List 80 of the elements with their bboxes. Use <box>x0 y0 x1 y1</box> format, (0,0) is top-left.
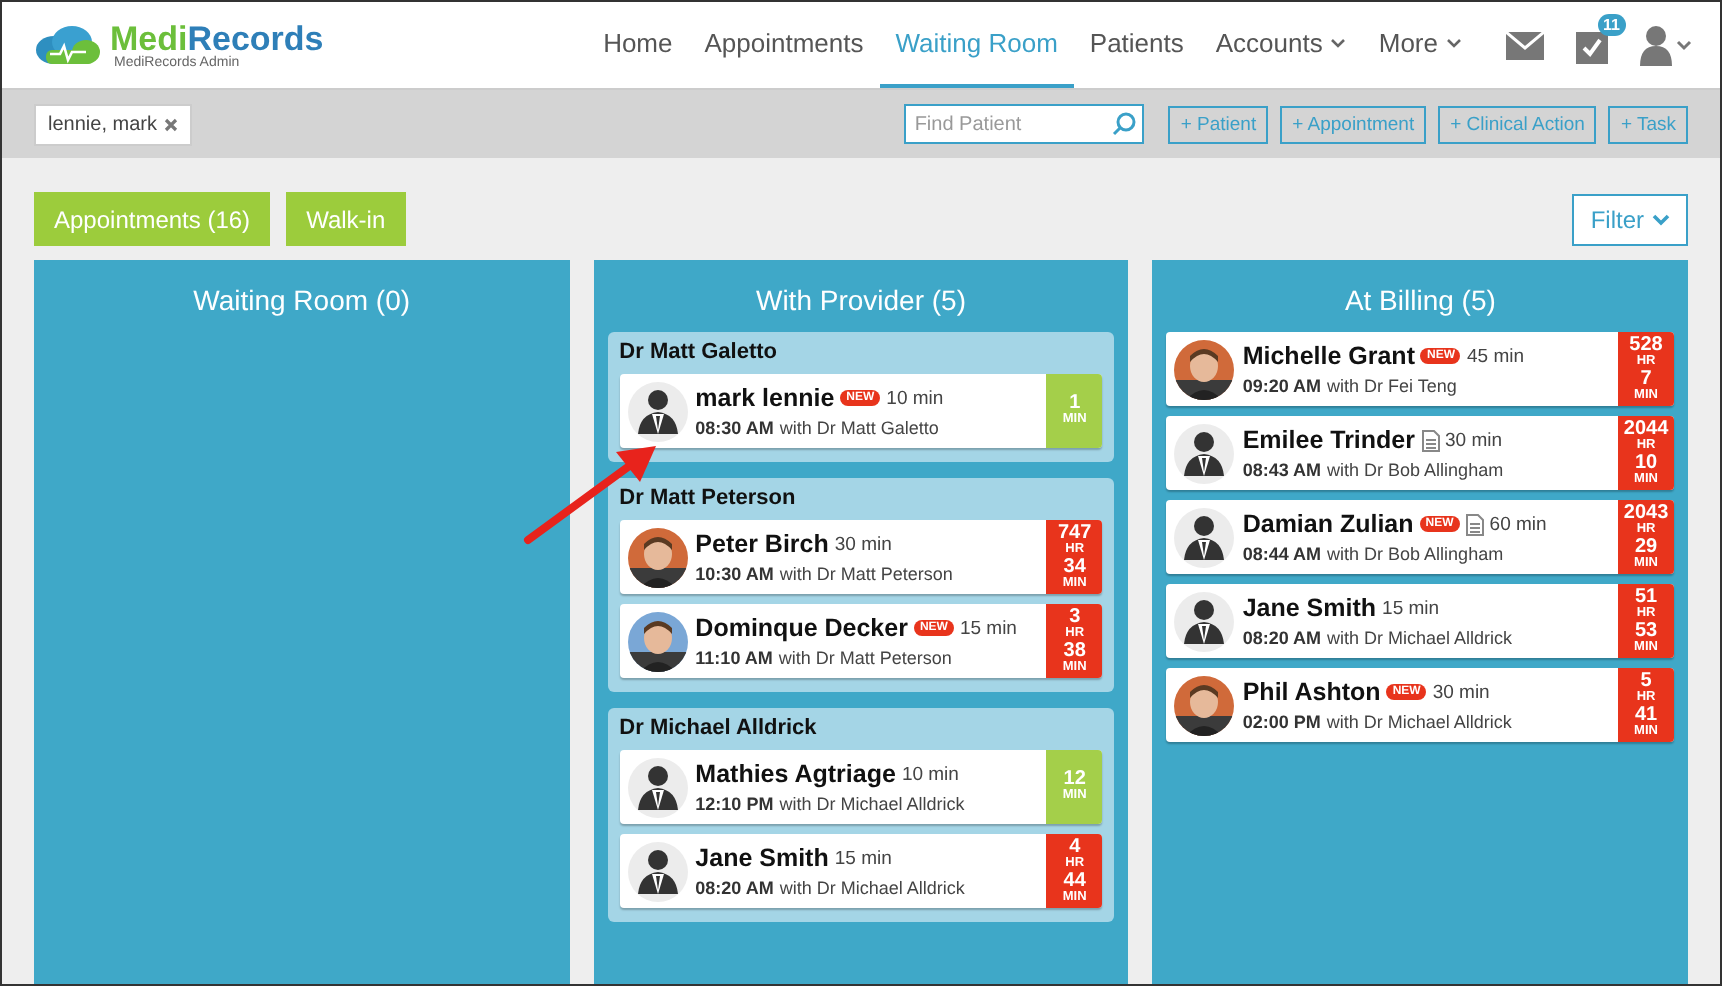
duration: 30 min <box>834 533 892 555</box>
timer-value: 12 <box>1063 770 1086 791</box>
appointment-time: 08:30 AM <box>695 418 774 438</box>
patient-name: Emilee Trinder <box>1242 426 1415 454</box>
timer-value: 10 <box>1634 453 1658 473</box>
provider-label: with Dr Bob Allingham <box>1327 544 1504 564</box>
duration: 45 min <box>1466 345 1524 367</box>
duration: 15 min <box>1382 597 1440 619</box>
caret-icon <box>1652 213 1670 225</box>
timer-value: 7 <box>1640 369 1652 389</box>
patient-name: Peter Birch <box>695 530 829 558</box>
provider-label: with Dr Bob Allingham <box>1327 460 1504 480</box>
provider-label: with Dr Matt Galetto <box>779 418 939 438</box>
timer-value: 44 <box>1063 871 1086 891</box>
patient-name: Phil Ashton <box>1242 678 1381 706</box>
timer-value: 2044 <box>1623 420 1669 440</box>
patient-name: Michelle Grant <box>1242 342 1415 370</box>
tasks-icon[interactable] <box>1576 27 1608 63</box>
provider-label: with Dr Michael Alldrick <box>779 794 965 814</box>
timer-value: 51 <box>1634 588 1658 608</box>
patient-name: Jane Smith <box>1242 594 1377 622</box>
timer-value: 29 <box>1634 537 1658 557</box>
provider-label: with Dr Michael Alldrick <box>779 878 965 898</box>
duration: 60 min <box>1489 513 1547 535</box>
timer-value: 3 <box>1069 608 1081 628</box>
provider-label: with Dr Matt Peterson <box>779 564 953 584</box>
timer-value: 2043 <box>1623 504 1669 524</box>
provider-label: with Dr Michael Alldrick <box>1327 628 1513 648</box>
provider-name: Dr Michael Alldrick <box>619 716 819 740</box>
duration: 30 min <box>1445 429 1503 451</box>
appointment-time: 08:44 AM <box>1242 544 1322 564</box>
patient-name: Dominque Decker <box>695 614 908 642</box>
nav-link[interactable]: Home <box>587 2 689 88</box>
timer-value: 34 <box>1063 557 1086 577</box>
appointment-time: 11:10 AM <box>695 648 773 668</box>
nav-link[interactable]: Accounts <box>1199 2 1363 88</box>
brand-name: MediRecords <box>110 21 324 55</box>
appointment-time: 12:10 PM <box>695 794 774 814</box>
duration: 30 min <box>1432 681 1490 703</box>
duration: 10 min <box>886 387 944 409</box>
column-title: Waiting Room (0) <box>191 284 413 316</box>
notification-badge: 11 <box>1597 13 1626 35</box>
timer-value: 747 <box>1058 524 1092 544</box>
duration: 10 min <box>901 763 959 785</box>
patient-name: Mathies Agtriage <box>695 760 896 788</box>
user-menu-icon[interactable] <box>1640 25 1692 65</box>
appointment-time: 08:20 AM <box>695 878 774 898</box>
nav-link[interactable]: Patients <box>1073 2 1200 88</box>
duration: 15 min <box>834 847 892 869</box>
timer-value: 5 <box>1640 672 1652 692</box>
patient-chip[interactable]: lennie, mark <box>34 103 193 145</box>
patient-name: mark lennie <box>695 384 835 412</box>
appointment-time: 09:20 AM <box>1242 376 1322 396</box>
timer-value: 1 <box>1069 394 1081 415</box>
provider-label: with Dr Matt Peterson <box>778 648 952 668</box>
column-title: At Billing (5) <box>1342 284 1498 316</box>
appointment-time: 08:43 AM <box>1242 460 1322 480</box>
appointment-time: 08:20 AM <box>1242 628 1322 648</box>
search-icon[interactable] <box>1112 112 1137 136</box>
timer-value: 41 <box>1634 705 1658 725</box>
patient-name: Damian Zulian <box>1242 510 1414 538</box>
column-title: With Provider (5) <box>753 284 969 316</box>
provider-label: with Dr Michael Alldrick <box>1326 712 1512 732</box>
cloud-logo-icon <box>34 23 102 67</box>
duration: 15 min <box>959 617 1017 639</box>
appointment-time: 10:30 AM <box>695 564 774 584</box>
close-icon[interactable] <box>164 117 179 131</box>
timer-value: 4 <box>1069 838 1081 858</box>
nav-link[interactable]: More <box>1362 2 1478 88</box>
provider-label: with Dr Fei Teng <box>1327 376 1457 396</box>
timer-value: 38 <box>1063 641 1086 661</box>
timer-value: 528 <box>1629 336 1663 356</box>
provider-name: Dr Matt Galetto <box>619 340 780 364</box>
mail-icon[interactable] <box>1506 31 1544 59</box>
search-field[interactable]: Find Patient <box>904 104 1145 144</box>
appointment-time: 02:00 PM <box>1242 712 1321 732</box>
provider-name: Dr Matt Peterson <box>619 486 798 510</box>
timer-value: 53 <box>1634 621 1658 641</box>
patient-name: Jane Smith <box>695 844 829 872</box>
nav-link[interactable]: Appointments <box>688 2 880 88</box>
